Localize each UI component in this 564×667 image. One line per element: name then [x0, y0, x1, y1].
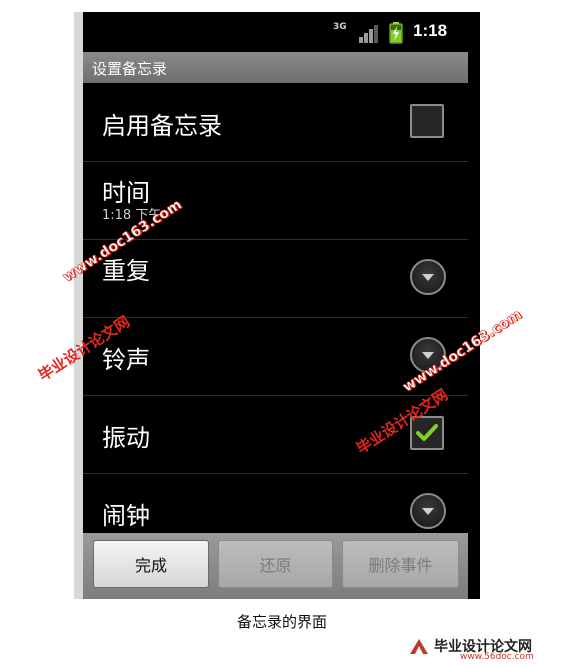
chevron-down-icon [422, 352, 434, 359]
setting-repeat[interactable]: 重复 [83, 239, 468, 318]
settings-list: 启用备忘录 时间 1:18 下午 重复 铃声 振动 闹钟 [83, 83, 468, 533]
enable-memo-checkbox[interactable] [410, 104, 444, 138]
logo-icon [410, 639, 428, 654]
setting-label: 启用备忘录 [102, 112, 222, 140]
alarm-dropdown-button[interactable] [410, 493, 446, 529]
network-3g-indicator: 3G [333, 22, 347, 32]
setting-vibrate[interactable]: 振动 [83, 395, 468, 474]
repeat-dropdown-button[interactable] [410, 259, 446, 295]
setting-label: 闹钟 [102, 502, 150, 530]
phone-bezel [74, 12, 83, 599]
setting-label: 铃声 [102, 346, 150, 374]
setting-enable-memo[interactable]: 启用备忘录 [83, 83, 468, 162]
page-title: 设置备忘录 [92, 60, 168, 78]
footer-site-url: www.56doc.com [460, 652, 534, 662]
status-bar: 3G 1:18 [83, 12, 468, 52]
status-time: 1:18 [413, 21, 448, 40]
setting-alarm[interactable]: 闹钟 [83, 473, 468, 533]
battery-charging-icon [389, 22, 403, 44]
ringtone-dropdown-button[interactable] [410, 337, 446, 373]
setting-time[interactable]: 时间 1:18 下午 [83, 161, 468, 240]
delete-event-button[interactable]: 删除事件 [342, 540, 459, 588]
setting-ringtone[interactable]: 铃声 [83, 317, 468, 396]
footer-logo: 毕业设计论文网 www.56doc.com [408, 634, 558, 664]
setting-label: 重复 [102, 257, 150, 285]
checkmark-icon [416, 424, 438, 441]
setting-time-value: 1:18 下午 [102, 208, 162, 223]
done-button[interactable]: 完成 [93, 540, 209, 588]
signal-strength-icon [359, 25, 378, 43]
title-bar: 设置备忘录 [83, 52, 468, 83]
revert-button[interactable]: 还原 [218, 540, 333, 588]
figure-caption: 备忘录的界面 [236, 613, 327, 631]
setting-label: 振动 [102, 424, 150, 452]
setting-label: 时间 [102, 179, 150, 207]
page: 3G 1:18 设置备忘录 启用备忘录 时间 1:18 下午 重复 铃声 振动 … [0, 0, 564, 667]
chevron-down-icon [422, 274, 434, 281]
vibrate-checkbox[interactable] [410, 416, 444, 450]
chevron-down-icon [422, 508, 434, 515]
button-bar: 完成 还原 删除事件 [83, 533, 468, 599]
